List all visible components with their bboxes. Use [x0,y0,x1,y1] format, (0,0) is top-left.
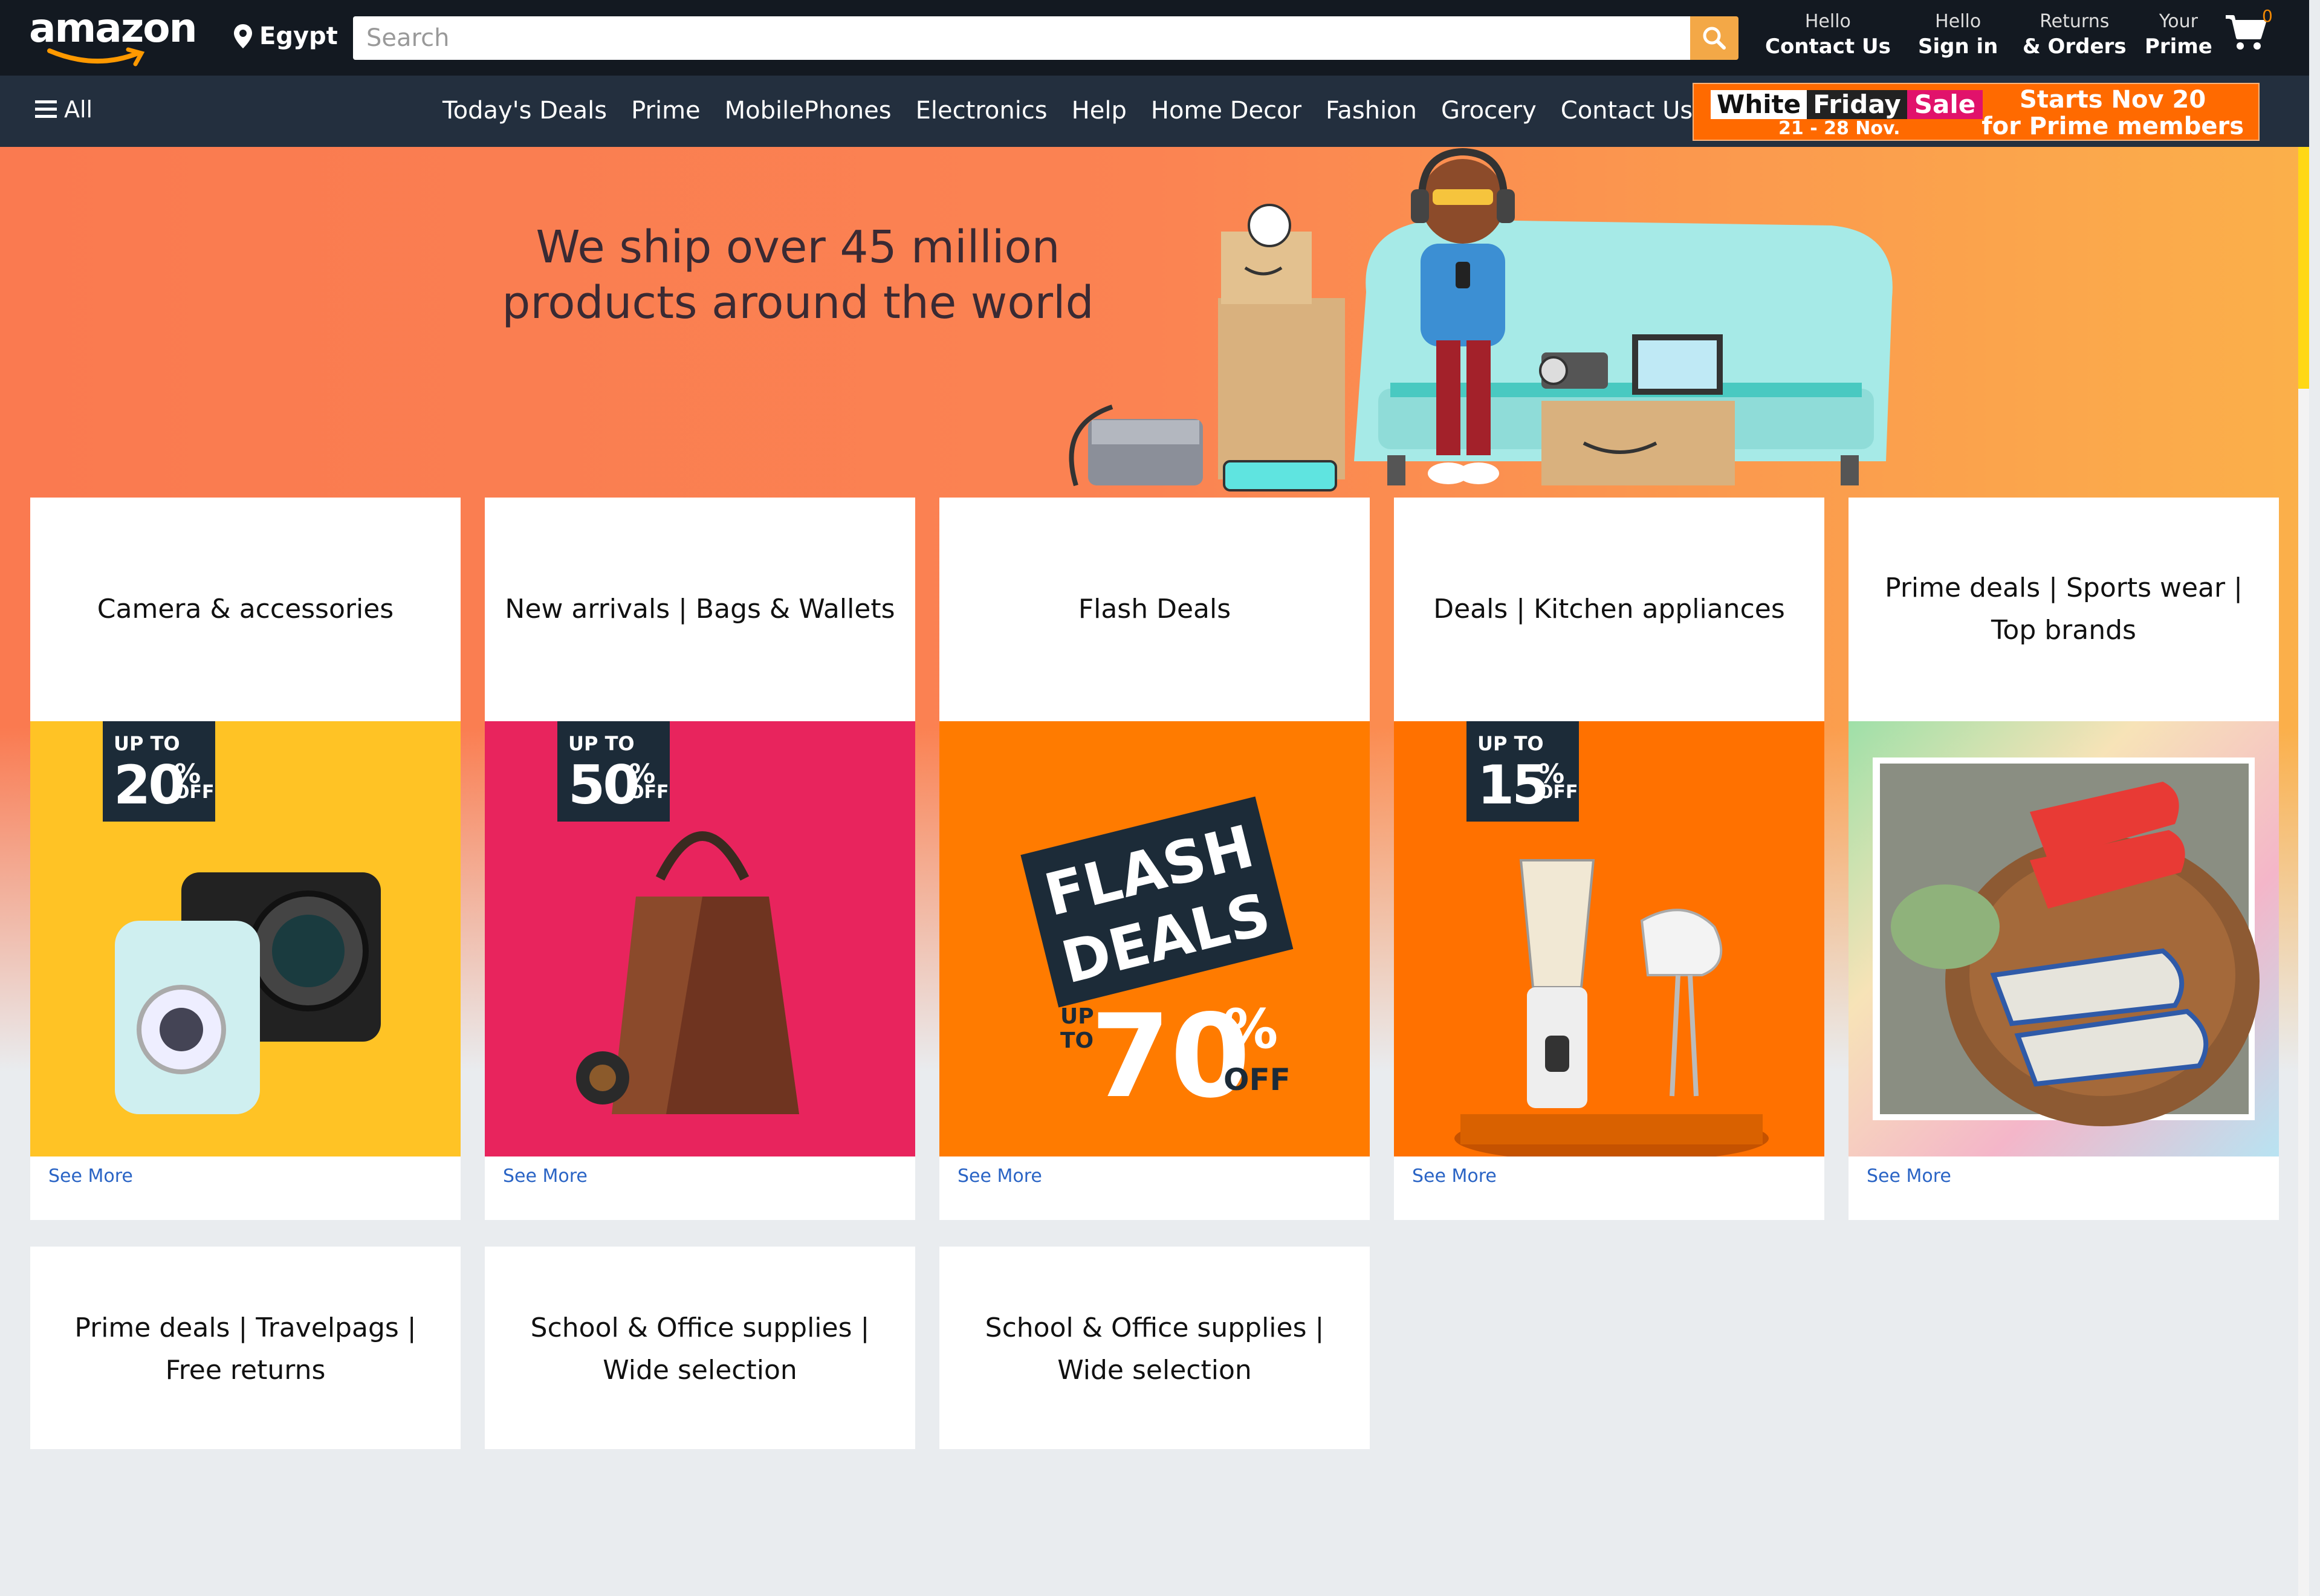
promo-dates: 21 - 28 Nov. [1778,118,1900,139]
promo-starts: Starts Nov 20 for Prime members [1981,86,2244,140]
cart-count: 0 [2262,6,2273,26]
amazon-logo[interactable]: amazon [29,5,204,66]
subnav-mobilephones[interactable]: MobilePhones [713,94,904,128]
card-title: Camera & accessories [97,594,394,624]
subnav-fashion[interactable]: Fashion [1314,94,1429,128]
subnav-prime[interactable]: Prime [619,94,713,128]
subnav-todays-deals[interactable]: Today's Deals [430,94,619,128]
hero-illustration [1069,148,1893,491]
returns-line1: Returns [2040,11,2110,32]
scrollbar-thumb[interactable] [2298,147,2309,389]
card-school-office-1[interactable]: School & Office supplies | Wide selectio… [485,1247,915,1449]
card-camera-accessories[interactable]: Camera & accessories UP TO 20 % OFF See … [30,498,461,1220]
hero-headline-line2: products around the world [502,277,1094,329]
camera-illustration [115,872,381,1114]
contact-us-line1: Hello [1804,11,1851,32]
contact-us-line2: Contact Us [1765,34,1891,59]
hamburger-icon [35,100,57,118]
see-more-link[interactable]: See More [48,1166,133,1187]
card-image-camera[interactable]: UP TO 20 % OFF [30,721,461,1156]
subnav-electronics[interactable]: Electronics [904,94,1060,128]
flash-upto-2: TO [1060,1028,1094,1053]
white-friday-sale-wordmark: White Friday Sale [1711,90,1983,119]
promo-word-white: White [1711,90,1807,119]
card-title: Prime deals | Sports wear | Top brands [1885,573,2243,646]
search-button[interactable] [1690,16,1738,60]
hero-headline-line1: We ship over 45 million [536,221,1060,273]
promo-word-friday: Friday [1807,90,1907,119]
returns-orders-link[interactable]: Returns & Orders [2023,11,2127,60]
search-icon [1703,27,1726,50]
flash-percent-sign: % [1223,997,1278,1061]
hero-headline: We ship over 45 million products around … [459,219,1136,331]
promo-word-sale: Sale [1907,90,1983,119]
sign-in-link[interactable]: Hello Sign in [1918,11,1998,60]
white-friday-promo-banner[interactable]: White Friday Sale 21 - 28 Nov. Starts No… [1693,83,2260,141]
card-bags-wallets[interactable]: New arrivals | Bags & Wallets UP TO 50 %… [485,498,915,1220]
see-more-link[interactable]: See More [1867,1166,1951,1187]
see-more-link[interactable]: See More [1412,1166,1497,1187]
contact-us-link[interactable]: Hello Contact Us [1765,11,1891,60]
all-menu-button[interactable]: All [35,96,92,123]
search-bar [353,16,1738,60]
card-sports-wear[interactable]: Prime deals | Sports wear | Top brands S… [1849,498,2279,1220]
flash-deals-graphic: FLASH DEALS UP TO 70 % OFF [1020,796,1294,1123]
logo-smile-icon [47,47,145,66]
subnav-home-decor[interactable]: Home Decor [1139,94,1314,128]
your-prime-link[interactable]: Your Prime [2145,11,2212,60]
kitchen-appliances-illustration [1454,859,1769,1156]
location-pin-icon [234,24,252,48]
subnav-contact-us[interactable]: Contact Us [1549,94,1705,128]
card-school-office-2[interactable]: School & Office supplies | Wide selectio… [939,1247,1370,1449]
cart-button[interactable]: 0 [2224,6,2279,62]
sub-navbar: All Today's Deals Prime MobilePhones Ele… [0,76,2309,147]
returns-line2: & Orders [2023,34,2127,59]
sign-in-line2: Sign in [1918,34,1998,59]
prime-line2: Prime [2145,34,2212,59]
sneakers-photo [1873,757,2260,1126]
logo-text: amazon [29,5,198,51]
promo-starts-line1: Starts Nov 20 [2020,86,2206,114]
card-image-sports-wear[interactable] [1849,721,2279,1156]
card-title: Flash Deals [1078,594,1231,624]
promo-starts-line2: for Prime members [1981,112,2244,140]
card-image-kitchen[interactable]: UP TO 15 % OFF [1394,721,1824,1156]
card-kitchen-appliances[interactable]: Deals | Kitchen appliances UP TO 15 % OF… [1394,498,1824,1220]
card-title: Deals | Kitchen appliances [1433,594,1785,624]
card-flash-deals[interactable]: Flash Deals FLASH DEALS UP TO 70 % OFF S… [939,498,1370,1220]
handbag-illustration [576,831,799,1114]
card-title: School & Office supplies | Wide selectio… [985,1312,1324,1386]
sign-in-line1: Hello [1935,11,1981,32]
flash-upto-1: UP [1060,1004,1094,1029]
search-input[interactable] [353,16,1690,60]
deliver-to-location[interactable]: Egypt [233,18,338,54]
card-travel-bags[interactable]: Prime deals | Travelpags | Free returns [30,1247,461,1449]
subnav-grocery[interactable]: Grocery [1429,94,1549,128]
subnav-help[interactable]: Help [1060,94,1139,128]
card-title: Prime deals | Travelpags | Free returns [74,1312,416,1386]
see-more-link[interactable]: See More [957,1166,1042,1187]
prime-line1: Your [2159,11,2198,32]
all-label: All [64,96,93,123]
card-image-bags[interactable]: UP TO 50 % OFF [485,721,915,1156]
top-navbar: amazon Egypt Hello Contact Us Hello Sign… [0,0,2309,76]
cart-icon [2226,15,2266,50]
see-more-link[interactable]: See More [503,1166,588,1187]
card-image-flash-deals[interactable]: FLASH DEALS UP TO 70 % OFF [939,721,1370,1156]
flash-off: OFF [1223,1062,1291,1097]
subnav-links: Today's Deals Prime MobilePhones Electro… [430,94,1705,128]
location-label: Egypt [259,22,338,50]
card-title: School & Office supplies | Wide selectio… [530,1312,870,1386]
card-title: New arrivals | Bags & Wallets [505,594,895,624]
